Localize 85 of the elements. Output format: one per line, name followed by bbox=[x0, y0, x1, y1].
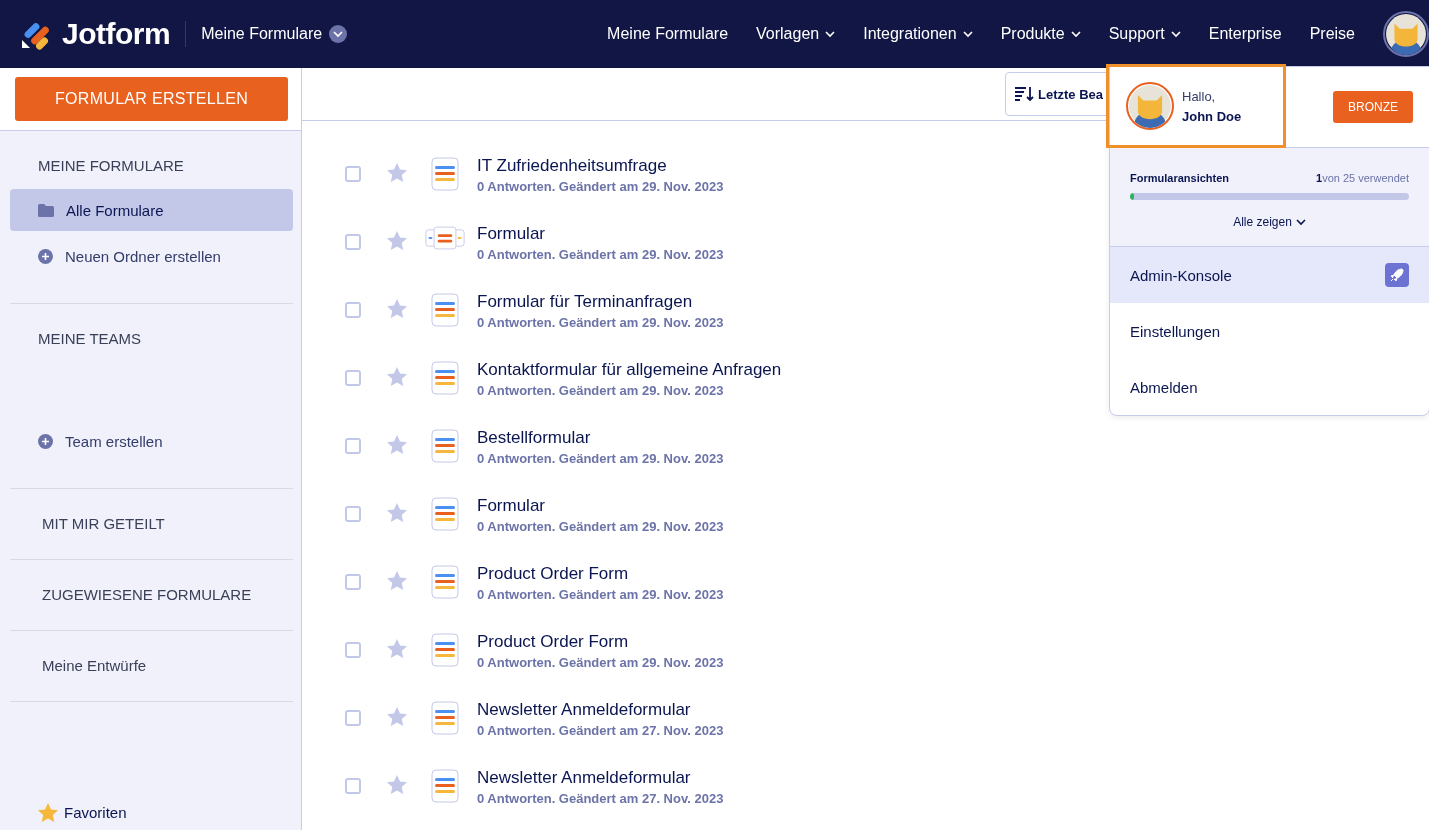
nav-link[interactable]: Preise bbox=[1295, 25, 1369, 43]
form-title[interactable]: Product Order Form bbox=[477, 632, 724, 652]
star-icon[interactable] bbox=[387, 571, 407, 590]
row-checkbox[interactable] bbox=[345, 370, 361, 386]
form-meta: 0 Antworten. Geändert am 29. Nov. 2023 bbox=[477, 179, 724, 194]
usage-count: 1von 25 verwendet bbox=[1316, 172, 1409, 184]
form-meta: 0 Antworten. Geändert am 27. Nov. 2023 bbox=[477, 791, 724, 806]
row-checkbox[interactable] bbox=[345, 234, 361, 250]
sidebar-heading[interactable]: ZUGEWIESENE FORMULARE bbox=[10, 586, 252, 603]
form-meta: 0 Antworten. Geändert am 29. Nov. 2023 bbox=[477, 587, 724, 602]
sidebar-heading[interactable]: Meine Entwürfe bbox=[10, 657, 147, 674]
star-icon[interactable] bbox=[387, 707, 407, 726]
nav-link[interactable]: Support bbox=[1094, 25, 1195, 43]
avatar-icon[interactable] bbox=[1383, 11, 1429, 57]
workspace-dropdown[interactable]: Meine Formulare bbox=[201, 25, 348, 43]
sidebar-heading[interactable]: MEINE TEAMS bbox=[10, 330, 142, 347]
form-title[interactable]: Newsletter Anmeldeformular bbox=[477, 700, 724, 720]
greeting-text: Hallo, bbox=[1182, 88, 1217, 104]
rocket-icon bbox=[1385, 263, 1409, 287]
form-meta: 0 Antworten. Geändert am 29. Nov. 2023 bbox=[477, 247, 724, 262]
form-icon bbox=[431, 157, 459, 191]
star-icon[interactable] bbox=[387, 503, 407, 522]
form-icon bbox=[431, 293, 459, 327]
menu-item[interactable]: Admin-Konsole bbox=[1110, 247, 1429, 303]
sidebar-item[interactable]: Team erstellen bbox=[10, 420, 293, 462]
form-meta: 0 Antworten. Geändert am 27. Nov. 2023 bbox=[477, 723, 724, 738]
sort-icon bbox=[1014, 86, 1034, 102]
row-checkbox[interactable] bbox=[345, 506, 361, 522]
form-meta: 0 Antworten. Geändert am 29. Nov. 2023 bbox=[477, 315, 724, 330]
user-name: John Doe bbox=[1182, 108, 1242, 124]
nav-link[interactable]: Produkte bbox=[986, 25, 1095, 43]
sidebar-heading[interactable]: MEINE FORMULARE bbox=[10, 157, 184, 174]
nav-link[interactable]: Integrationen bbox=[849, 25, 987, 43]
card-form-icon bbox=[425, 225, 465, 251]
row-checkbox[interactable] bbox=[345, 438, 361, 454]
form-meta: 0 Antworten. Geändert am 29. Nov. 2023 bbox=[477, 383, 725, 398]
form-meta: 0 Antworten. Geändert am 29. Nov. 2023 bbox=[477, 519, 724, 534]
row-checkbox[interactable] bbox=[345, 710, 361, 726]
form-meta: 0 Antworten. Geändert am 29. Nov. 2023 bbox=[477, 655, 724, 670]
star-icon[interactable] bbox=[387, 775, 407, 794]
sidebar-item[interactable]: Alle Formulare bbox=[10, 189, 293, 231]
favorites-link[interactable]: Favoriten bbox=[64, 804, 127, 821]
sidebar-item[interactable]: Neuen Ordner erstellen bbox=[10, 235, 293, 277]
form-meta: 0 Antworten. Geändert am 29. Nov. 2023 bbox=[477, 451, 724, 466]
chevron-down-icon bbox=[1295, 218, 1306, 226]
row-checkbox[interactable] bbox=[345, 778, 361, 794]
logo-text[interactable]: Jotform bbox=[62, 17, 171, 51]
form-title[interactable]: Formular bbox=[477, 496, 724, 516]
form-icon bbox=[431, 497, 459, 531]
form-title[interactable]: Formular bbox=[477, 224, 724, 244]
folder-icon bbox=[38, 203, 54, 217]
form-title[interactable]: Kontaktformular für allgemeine Anfragen bbox=[477, 360, 782, 380]
form-title[interactable]: Newsletter Anmeldeformular bbox=[477, 768, 724, 788]
nav-link[interactable]: Enterprise bbox=[1194, 25, 1296, 43]
chevron-down-icon bbox=[333, 30, 344, 38]
star-icon[interactable] bbox=[387, 435, 407, 454]
star-icon[interactable] bbox=[387, 299, 407, 318]
form-title[interactable]: Formular für Terminanfragen bbox=[477, 292, 724, 312]
form-title[interactable]: Product Order Form bbox=[477, 564, 724, 584]
plus-circle-icon bbox=[38, 433, 53, 449]
nav-link[interactable]: Meine Formulare bbox=[593, 25, 743, 43]
menu-item[interactable]: Einstellungen bbox=[1110, 303, 1429, 359]
row-checkbox[interactable] bbox=[345, 642, 361, 658]
form-title[interactable]: IT Zufriedenheitsumfrage bbox=[477, 156, 724, 176]
star-icon[interactable] bbox=[387, 163, 407, 182]
row-checkbox[interactable] bbox=[345, 574, 361, 590]
usage-label: Formularansichten bbox=[1130, 172, 1230, 184]
row-checkbox[interactable] bbox=[345, 302, 361, 318]
form-icon bbox=[431, 361, 459, 395]
star-icon[interactable] bbox=[387, 231, 407, 250]
row-checkbox[interactable] bbox=[345, 166, 361, 182]
menu-item[interactable]: Abmelden bbox=[1110, 359, 1429, 415]
star-icon[interactable] bbox=[387, 639, 407, 658]
form-title[interactable]: Bestellformular bbox=[477, 428, 724, 448]
form-icon bbox=[431, 565, 459, 599]
nav-link[interactable]: Vorlagen bbox=[742, 25, 850, 43]
star-icon bbox=[38, 803, 58, 822]
form-icon bbox=[431, 633, 459, 667]
sidebar-heading[interactable]: MIT MIR GETEILT bbox=[10, 515, 165, 532]
star-icon[interactable] bbox=[387, 367, 407, 386]
form-icon bbox=[431, 429, 459, 463]
show-all-link[interactable]: Alle zeigen bbox=[1227, 214, 1312, 230]
plus-circle-icon bbox=[38, 248, 53, 264]
form-icon bbox=[431, 769, 459, 803]
form-icon bbox=[431, 701, 459, 735]
